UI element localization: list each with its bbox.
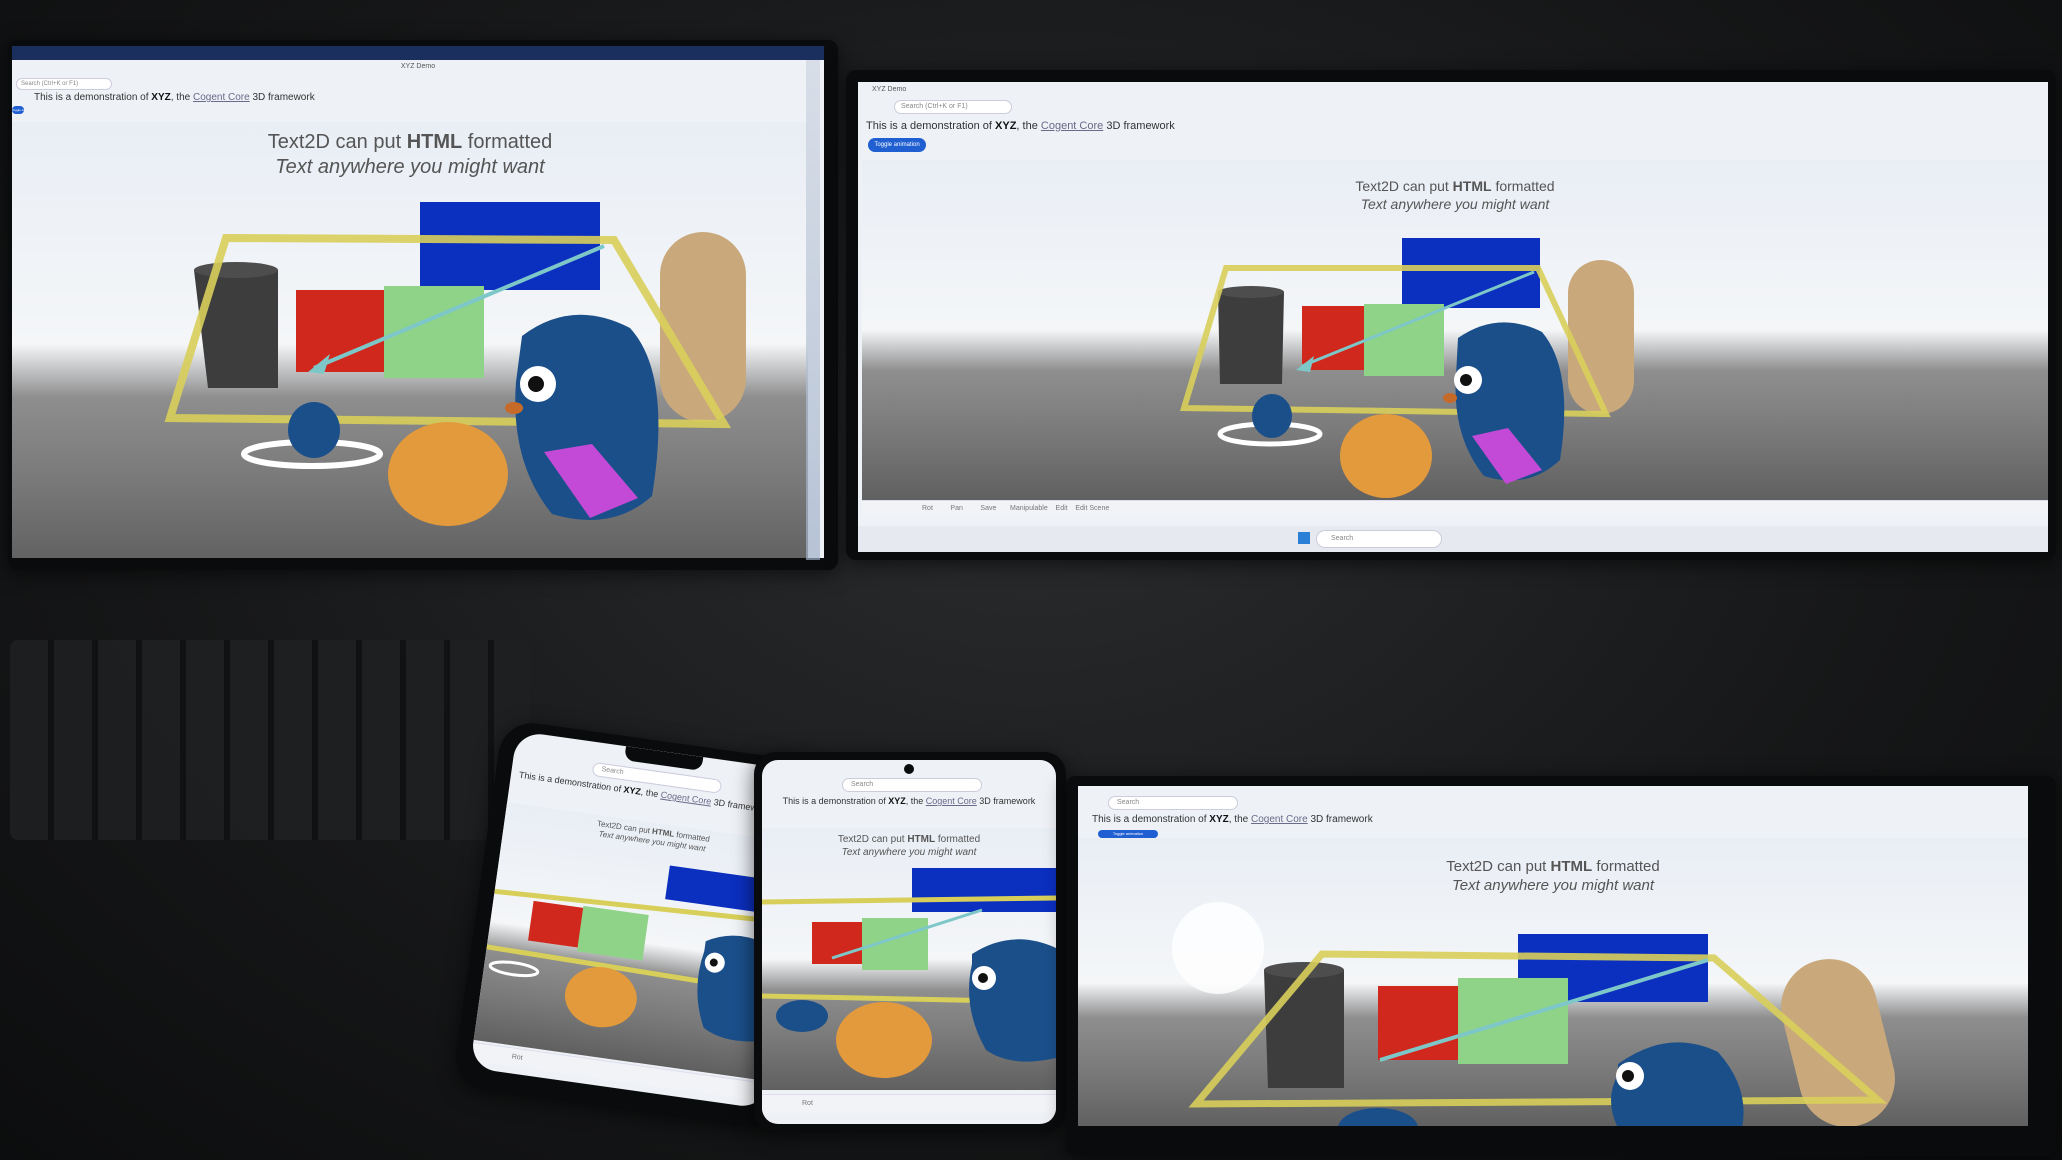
windows-taskbar: Search xyxy=(858,526,2048,552)
light-glow xyxy=(1172,902,1264,994)
toolbar-rot[interactable]: Rot xyxy=(802,1100,813,1107)
monitor-screen: XYZ Demo Search (Ctrl+K or F1) This is a… xyxy=(858,82,2048,552)
cogent-core-link[interactable]: Cogent Core xyxy=(193,92,250,103)
laptop-dock xyxy=(806,60,820,560)
windows-start-icon[interactable] xyxy=(1298,532,1310,544)
toolbar-pan[interactable]: Pan xyxy=(950,505,962,512)
scene-viewport[interactable]: Text2D can put HTML formatted Text anywh… xyxy=(1078,838,2028,1126)
toggle-animation-button[interactable]: Toggle animation xyxy=(12,106,24,114)
scene-drawing xyxy=(486,865,792,1042)
front-camera xyxy=(904,764,914,774)
toolbar-rot[interactable]: Rot xyxy=(922,505,933,512)
toolbar-manipulable[interactable]: Manipulable xyxy=(1010,505,1048,512)
toolbar-edit[interactable]: Edit xyxy=(1056,505,1068,512)
android-screen: Search This is a demonstration of XYZ, t… xyxy=(762,760,1056,1124)
gopher-pupil xyxy=(978,973,988,983)
description-text: This is a demonstration of XYZ, the Coge… xyxy=(34,92,315,103)
blue-box xyxy=(912,868,1056,912)
gopher-body xyxy=(969,939,1056,1062)
orange-sphere xyxy=(564,967,637,1028)
window-title: XYZ Demo xyxy=(872,86,907,93)
description-text: This is a demonstration of XYZ, the Coge… xyxy=(866,120,1175,132)
toolbar-save[interactable]: Save xyxy=(980,505,996,512)
laptop-screen: XYZ Demo Search (Ctrl+K or F1) This is a… xyxy=(12,46,824,558)
scene-drawing xyxy=(1179,238,1634,498)
gopher-pupil xyxy=(528,376,544,392)
cogent-core-link[interactable]: Cogent Core xyxy=(1041,120,1103,132)
scene-drawing xyxy=(762,868,1056,1078)
cogent-core-link[interactable]: Cogent Core xyxy=(1251,814,1308,825)
green-box xyxy=(577,905,649,961)
tablet-screen: Search This is a demonstration of XYZ, t… xyxy=(1078,786,2028,1126)
description-text: This is a demonstration of XYZ, the Coge… xyxy=(782,796,1036,806)
toolbar-edit-scene[interactable]: Edit Scene xyxy=(1075,505,1109,512)
window-title: XYZ Demo xyxy=(400,63,436,70)
capsule xyxy=(1568,260,1634,414)
scene-drawing xyxy=(1172,902,1895,1126)
cylinder-top xyxy=(1218,286,1284,298)
gopher-pupil xyxy=(1460,374,1472,386)
search-input[interactable]: Search xyxy=(842,778,982,792)
scene-drawing xyxy=(164,202,746,526)
search-input[interactable]: Search (Ctrl+K or F1) xyxy=(894,100,1012,114)
small-gopher xyxy=(288,402,340,458)
mac-menubar xyxy=(12,46,824,60)
scene-viewport[interactable]: Text2D can put HTML formatted Text anywh… xyxy=(12,122,808,558)
gopher-nose xyxy=(505,402,523,414)
keyboard xyxy=(10,640,530,840)
toggle-animation-button[interactable]: Toggle animation xyxy=(1098,830,1158,838)
cylinder-top xyxy=(194,262,278,278)
taskbar-search[interactable]: Search xyxy=(1316,530,1442,548)
search-input[interactable]: Search (Ctrl+K or F1) xyxy=(16,78,112,90)
white-torus xyxy=(488,960,540,978)
orange-sphere xyxy=(836,1002,932,1078)
small-gopher xyxy=(1338,1108,1418,1126)
cogent-core-link[interactable]: Cogent Core xyxy=(926,796,977,806)
toolbar-rot[interactable]: Rot xyxy=(511,1053,523,1061)
cylinder xyxy=(1264,970,1344,1088)
scene-viewport[interactable]: Text2D can put HTML formatted Text anywh… xyxy=(862,160,2048,500)
scene-viewport[interactable]: Text2D can put HTML formatted Text anywh… xyxy=(473,802,803,1082)
scene-viewport[interactable]: Text2D can put HTML formatted Text anywh… xyxy=(762,828,1056,1090)
gopher-pupil xyxy=(1622,1070,1634,1082)
orange-sphere xyxy=(388,422,508,526)
blue-box xyxy=(420,202,600,290)
cylinder xyxy=(1218,292,1284,384)
small-gopher xyxy=(776,1000,828,1032)
toggle-animation-button[interactable]: Toggle animation xyxy=(868,138,926,152)
scene-toolbar: Rot Pan Save Manipulable Edit Edit Scene xyxy=(862,500,2048,517)
cogent-core-link[interactable]: Cogent Core xyxy=(660,790,712,807)
search-input[interactable]: Search xyxy=(1108,796,1238,810)
orange-sphere xyxy=(1340,414,1432,498)
red-box xyxy=(812,922,868,964)
scene-toolbar: Rot xyxy=(762,1094,1056,1113)
description-text: This is a demonstration of XYZ, the Coge… xyxy=(1092,814,1373,825)
gopher-nose xyxy=(1443,393,1457,403)
small-gopher xyxy=(1252,394,1292,438)
